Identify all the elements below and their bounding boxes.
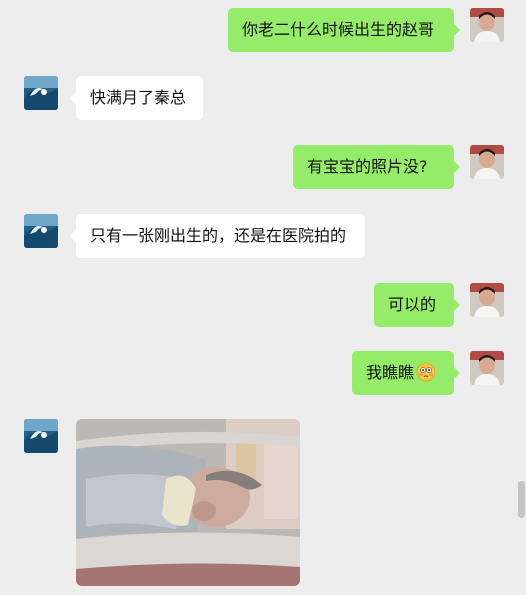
contact-avatar[interactable] bbox=[24, 76, 58, 110]
message-bubble-sent[interactable]: 我瞧瞧 bbox=[352, 351, 460, 395]
message-text: 有宝宝的照片没? bbox=[307, 157, 428, 176]
ocean-wave-avatar-icon bbox=[24, 214, 58, 248]
person-avatar-icon bbox=[470, 351, 504, 385]
message-text: 可以的 bbox=[388, 295, 437, 314]
contact-avatar[interactable] bbox=[24, 419, 58, 453]
message-text: 快满月了秦总 bbox=[90, 88, 187, 107]
contact-avatar[interactable] bbox=[24, 214, 58, 248]
message-bubble-received[interactable]: 只有一张刚出生的，还是在医院拍的 bbox=[70, 214, 365, 258]
person-avatar-icon bbox=[470, 145, 504, 179]
newborn-baby-photo-icon bbox=[76, 419, 300, 586]
my-avatar[interactable] bbox=[470, 8, 504, 42]
chat-scrollbar[interactable] bbox=[518, 481, 525, 518]
message-bubble-sent[interactable]: 可以的 bbox=[374, 283, 460, 327]
message-bubble-sent[interactable]: 有宝宝的照片没? bbox=[293, 145, 460, 189]
my-avatar[interactable] bbox=[470, 351, 504, 385]
my-avatar[interactable] bbox=[470, 283, 504, 317]
chat-window: 你老二什么时候出生的赵哥 快满月了秦总 有宝宝的照片没? 只有一张刚出生的，还是… bbox=[0, 0, 526, 595]
flushed-face-emoji-icon bbox=[416, 362, 436, 382]
ocean-wave-avatar-icon bbox=[24, 419, 58, 453]
message-text: 只有一张刚出生的，还是在医院拍的 bbox=[90, 226, 347, 245]
message-bubble-sent[interactable]: 你老二什么时候出生的赵哥 bbox=[228, 8, 460, 52]
person-avatar-icon bbox=[470, 283, 504, 317]
image-message[interactable] bbox=[76, 419, 300, 586]
my-avatar[interactable] bbox=[470, 145, 504, 179]
message-text: 我瞧瞧 bbox=[366, 363, 415, 382]
ocean-wave-avatar-icon bbox=[24, 76, 58, 110]
message-bubble-received[interactable]: 快满月了秦总 bbox=[70, 76, 203, 120]
person-avatar-icon bbox=[470, 8, 504, 42]
message-text: 你老二什么时候出生的赵哥 bbox=[242, 20, 435, 39]
